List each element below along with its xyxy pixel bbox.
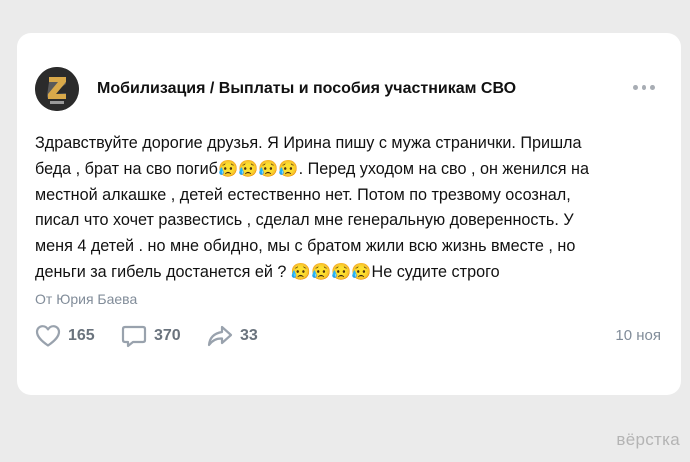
like-button[interactable]: 165 (35, 323, 95, 349)
comment-button[interactable]: 370 (121, 323, 181, 349)
heart-icon (35, 325, 61, 347)
post-date[interactable]: 10 ноя (615, 327, 661, 344)
share-arrow-icon (207, 325, 233, 347)
share-button[interactable]: 33 (207, 323, 258, 349)
post-header: Мобилизация / Выплаты и пособия участник… (35, 67, 661, 113)
post-card: Мобилизация / Выплаты и пособия участник… (17, 33, 681, 395)
post-author[interactable]: От Юрия Баева (35, 291, 137, 307)
watermark: вёрстка (616, 430, 680, 449)
comments-count: 370 (154, 327, 181, 344)
likes-count: 165 (68, 327, 95, 344)
shares-count: 33 (240, 327, 258, 344)
post-actions: 165 370 33 10 ноя (35, 323, 661, 349)
group-name[interactable]: Мобилизация / Выплаты и пособия участник… (97, 80, 516, 98)
comment-icon (121, 325, 147, 348)
post-text: Здравствуйте дорогие друзья. Я Ирина пиш… (35, 134, 589, 281)
group-avatar[interactable] (35, 67, 79, 111)
z-emblem-icon (35, 67, 79, 111)
more-dots-icon[interactable] (633, 85, 656, 91)
